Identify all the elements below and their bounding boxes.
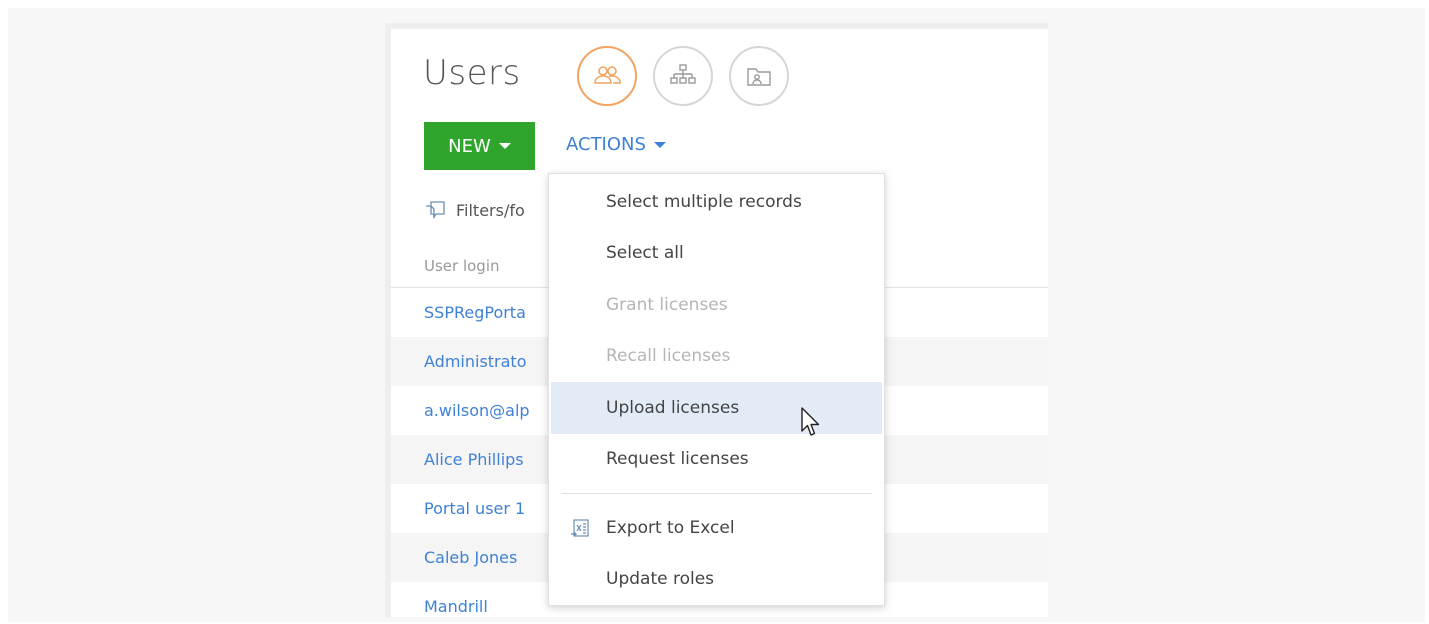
- folder-user-icon: [747, 68, 771, 86]
- menu-item-upload-licenses[interactable]: Upload licenses: [551, 382, 882, 434]
- page-title: Users: [423, 53, 521, 93]
- user-link[interactable]: Caleb Jones: [424, 548, 517, 567]
- user-link[interactable]: Mandrill: [424, 597, 488, 616]
- view-folders-button[interactable]: [729, 46, 789, 106]
- menu-item-grant-licenses: Grant licenses: [606, 294, 728, 315]
- view-hierarchy-button[interactable]: [653, 46, 713, 106]
- actions-button-label: ACTIONS: [566, 134, 646, 155]
- menu-item-select-multiple[interactable]: Select multiple records: [549, 176, 884, 228]
- menu-item-export-to-excel[interactable]: Export to Excel: [549, 502, 884, 554]
- filters-folders-toggle[interactable]: Filters/fo: [424, 199, 525, 221]
- menu-separator: [561, 493, 872, 494]
- users-icon: [594, 66, 621, 84]
- chevron-down-icon: [498, 143, 511, 149]
- new-button[interactable]: NEW: [424, 122, 535, 170]
- user-link[interactable]: Alice Phillips: [424, 450, 524, 469]
- new-button-label: NEW: [448, 135, 491, 157]
- mouse-pointer-icon: [801, 407, 820, 436]
- hierarchy-icon: [670, 64, 696, 84]
- menu-item-label: Export to Excel: [606, 517, 735, 538]
- actions-menu: Select multiple records Select all Grant…: [548, 173, 885, 606]
- filter-icon: [426, 201, 445, 220]
- menu-item-request-licenses[interactable]: Request licenses: [549, 434, 884, 486]
- view-users-button[interactable]: [577, 46, 637, 106]
- column-header-user-login[interactable]: User login: [424, 257, 500, 275]
- filters-label: Filters/fo: [456, 200, 525, 220]
- user-link[interactable]: Portal user 1: [424, 499, 525, 518]
- menu-item-select-all[interactable]: Select all: [549, 228, 884, 280]
- user-link[interactable]: SSPRegPorta: [424, 303, 526, 322]
- user-link[interactable]: a.wilson@alp: [424, 401, 530, 420]
- user-link[interactable]: Administrato: [424, 352, 527, 371]
- chevron-down-icon: [653, 141, 666, 148]
- actions-button[interactable]: ACTIONS: [566, 134, 666, 155]
- menu-item-update-roles[interactable]: Update roles: [549, 554, 884, 606]
- menu-item-recall-licenses: Recall licenses: [606, 346, 731, 367]
- excel-export-icon: [571, 519, 589, 537]
